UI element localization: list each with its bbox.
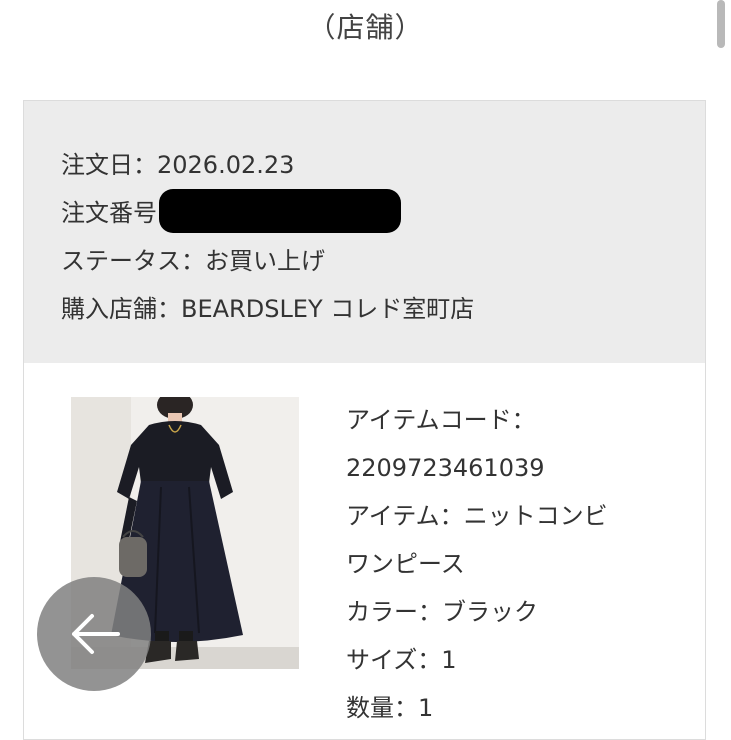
item-name-row: アイテム：ニットコンビ: [346, 492, 686, 540]
back-button[interactable]: [37, 577, 151, 691]
item-quantity-value: 1: [418, 694, 434, 722]
item-color-label: カラー：: [346, 598, 442, 626]
item-color-value: ブラック: [442, 598, 538, 626]
order-status-label: ステータス：: [61, 247, 205, 275]
order-number-row: 注文番号: [61, 189, 705, 237]
item-size-value: 1: [441, 646, 457, 674]
product-details: アイテムコード： 2209723461039 アイテム：ニットコンビ ワンピース…: [346, 396, 686, 732]
order-date-value: 2026.02.23: [157, 151, 295, 179]
item-code-value: 2209723461039: [346, 454, 545, 482]
item-name-value: ニットコンビ: [463, 502, 608, 530]
page-title: （店舗）: [307, 11, 424, 44]
redaction-block: [159, 189, 401, 233]
order-date-label: 注文日：: [61, 151, 157, 179]
order-store-label: 購入店舗：: [61, 295, 181, 323]
order-store-row: 購入店舗：BEARDSLEY コレド室町店: [61, 285, 705, 333]
item-code-label: アイテムコード：: [346, 406, 536, 434]
order-status-row: ステータス：お買い上げ: [61, 237, 705, 285]
order-status-value: お買い上げ: [205, 247, 325, 275]
item-name-label: アイテム：: [346, 502, 464, 530]
item-color-row: カラー：ブラック: [346, 588, 686, 636]
item-quantity-row: 数量：1: [346, 684, 686, 732]
arrow-left-icon: [72, 614, 120, 654]
item-size-label: サイズ：: [346, 646, 442, 674]
order-date-row: 注文日：2026.02.23: [61, 141, 705, 189]
scrollbar[interactable]: [717, 0, 725, 48]
order-number-label: 注文番号: [61, 199, 157, 227]
item-name-value-line2: ワンピース: [346, 550, 465, 578]
item-size-row: サイズ：1: [346, 636, 686, 684]
item-quantity-label: 数量：: [346, 694, 418, 722]
order-store-value: BEARDSLEY コレド室町店: [181, 295, 475, 323]
order-header: 注文日：2026.02.23 注文番号 ステータス：お買い上げ 購入店舗：BEA…: [24, 101, 705, 363]
